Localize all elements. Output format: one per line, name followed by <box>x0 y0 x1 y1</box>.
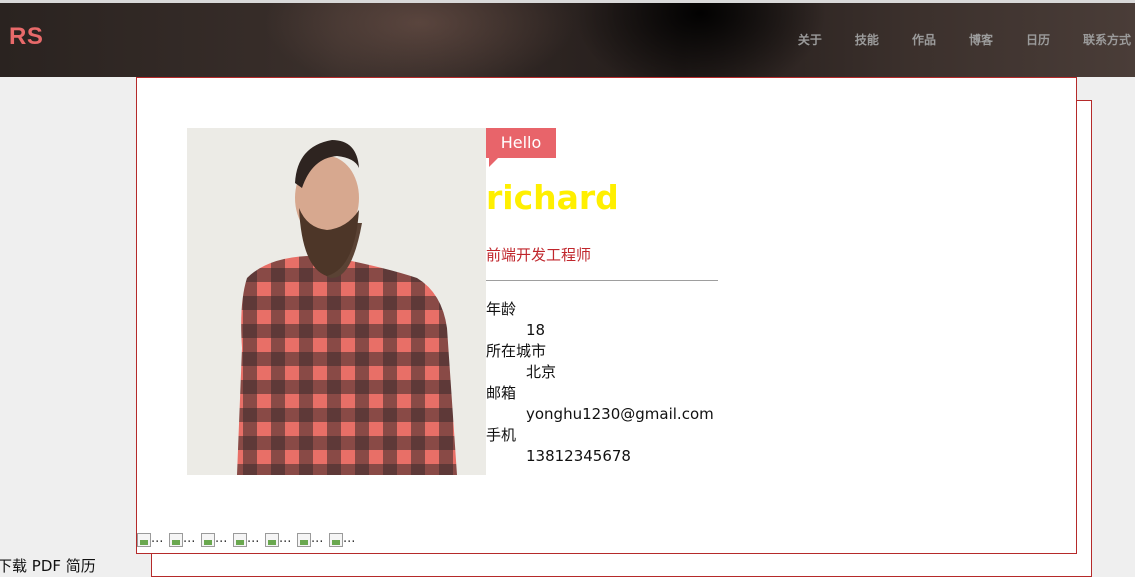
broken-image-icon <box>233 533 247 547</box>
social-link-3[interactable]: ... <box>201 531 229 551</box>
icon-alt-text: ... <box>215 531 228 546</box>
age-value: 18 <box>526 321 546 339</box>
social-link-1[interactable]: ... <box>137 531 165 551</box>
social-link-7[interactable]: ... <box>329 531 357 551</box>
broken-image-icon <box>169 533 183 547</box>
logo[interactable]: RScard <box>9 23 1092 577</box>
broken-image-icon <box>265 533 279 547</box>
profile-role: 前端开发工程师 <box>486 246 592 264</box>
social-link-2[interactable]: ... <box>169 531 197 551</box>
age-label: 年龄 <box>486 300 517 318</box>
nav-skills[interactable]: 技能 <box>855 31 879 48</box>
city-value: 北京 <box>526 363 557 381</box>
header-bar: RScard 关于 技能 作品 博客 日历 联系方式 <box>0 0 1135 577</box>
profile-card: Hello richard 前端开发工程师 年龄 18 所在城市 北京 邮箱 y… <box>136 77 1077 554</box>
nav-blog[interactable]: 博客 <box>969 31 993 48</box>
divider <box>486 280 718 281</box>
profile-photo <box>187 128 486 475</box>
phone-label: 手机 <box>486 426 517 444</box>
profile-name: richard <box>486 178 619 217</box>
broken-image-icon <box>137 533 151 547</box>
phone-value: 13812345678 <box>526 447 631 465</box>
icon-alt-text: ... <box>343 531 356 546</box>
nav-contact[interactable]: 联系方式 <box>1083 31 1131 48</box>
social-link-6[interactable]: ... <box>297 531 325 551</box>
main-nav: 关于 技能 作品 博客 日历 联系方式 <box>765 31 1131 48</box>
nav-calendar[interactable]: 日历 <box>1026 31 1050 48</box>
hello-badge: Hello <box>486 128 556 167</box>
nav-works[interactable]: 作品 <box>912 31 936 48</box>
social-link-5[interactable]: ... <box>265 531 293 551</box>
social-link-4[interactable]: ... <box>233 531 261 551</box>
icon-alt-text: ... <box>279 531 292 546</box>
profile-photo-illustration <box>187 128 486 475</box>
broken-image-icon <box>201 533 215 547</box>
email-label: 邮箱 <box>486 384 517 402</box>
social-icons: ... ... ... ... ... ... ... <box>137 531 357 551</box>
broken-image-icon <box>297 533 311 547</box>
logo-rs: RS <box>9 23 44 50</box>
icon-alt-text: ... <box>151 531 164 546</box>
nav-about[interactable]: 关于 <box>798 31 822 48</box>
email-value[interactable]: yonghu1230@gmail.com <box>486 404 714 425</box>
city-label: 所在城市 <box>486 342 547 360</box>
icon-alt-text: ... <box>311 531 324 546</box>
profile-info: 年龄 18 所在城市 北京 邮箱 yonghu1230@gmail.com 手机… <box>486 299 714 467</box>
icon-alt-text: ... <box>183 531 196 546</box>
broken-image-icon <box>329 533 343 547</box>
icon-alt-text: ... <box>247 531 260 546</box>
